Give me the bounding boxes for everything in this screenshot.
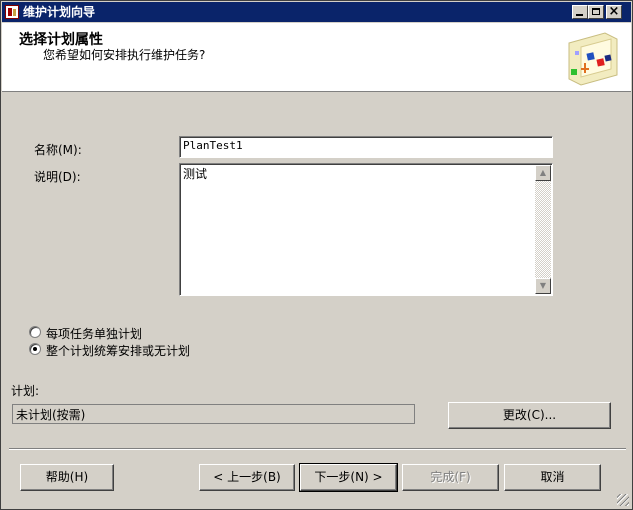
name-input[interactable]: PlanTest1 [179,136,553,158]
wizard-window: 维护计划向导 × 选择计划属性 您希望如何安排执行维护任务? 名称(M): Pl… [0,0,633,510]
maximize-icon [592,8,600,15]
radio-single-label[interactable]: 整个计划统筹安排或无计划 [46,342,190,359]
description-scrollbar[interactable]: ▲ ▼ [535,165,551,294]
close-button[interactable]: × [606,4,622,19]
name-label: 名称(M): [34,143,82,157]
scroll-up-arrow-icon[interactable]: ▲ [535,165,551,181]
close-icon: × [608,4,620,19]
minimize-button[interactable] [572,5,588,19]
resize-grip-icon[interactable] [617,494,629,506]
wizard-header: 选择计划属性 您希望如何安排执行维护任务? [2,23,631,92]
window-title: 维护计划向导 [23,5,96,19]
help-button[interactable]: 帮助(H) [20,464,114,491]
radio-single-schedule[interactable] [29,343,41,355]
description-text: 测试 [183,167,208,181]
maximize-button[interactable] [588,5,604,19]
next-button[interactable]: 下一步(N) > [299,463,398,492]
radio-separate-label[interactable]: 每项任务单独计划 [46,325,142,342]
description-textarea[interactable]: 测试 ▲ ▼ [179,163,553,296]
page-subtitle: 您希望如何安排执行维护任务? [43,48,206,62]
cancel-button[interactable]: 取消 [504,464,601,491]
wizard-app-icon [5,5,19,19]
footer-divider [9,448,626,450]
back-button[interactable]: < 上一步(B) [199,464,295,491]
description-label: 说明(D): [34,170,81,184]
radio-separate-schedules[interactable] [29,326,41,338]
finish-button[interactable]: 完成(F) [402,464,499,491]
change-schedule-button[interactable]: 更改(C)... [448,402,611,429]
title-bar[interactable]: 维护计划向导 × [2,2,631,22]
maintenance-plan-wizard-icon [568,32,618,86]
minimize-icon [576,14,583,16]
schedule-value-field: 未计划(按需) [12,404,415,424]
schedule-label: 计划: [11,384,40,398]
scroll-down-arrow-icon[interactable]: ▼ [535,278,551,294]
